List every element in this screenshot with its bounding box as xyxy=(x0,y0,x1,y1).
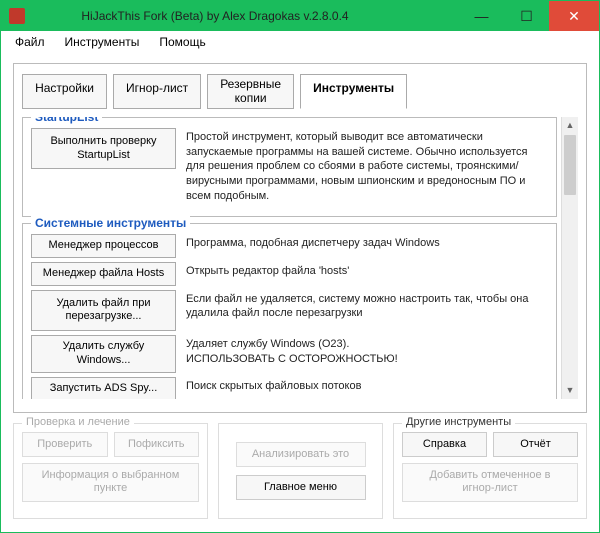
main-panel: Настройки Игнор-лист Резервные копии Инс… xyxy=(13,63,587,413)
fix-button[interactable]: Пофиксить xyxy=(114,432,200,457)
report-button[interactable]: Отчёт xyxy=(493,432,578,457)
scroll-thumb[interactable] xyxy=(564,135,576,195)
system-tools-group: Системные инструменты Менеджер процессов… xyxy=(22,223,557,399)
main-menu-button[interactable]: Главное меню xyxy=(236,475,366,500)
analyze-button[interactable]: Анализировать это xyxy=(236,442,366,467)
scroll-area: StartupList Выполнить проверку StartupLi… xyxy=(22,117,578,399)
window-title: HiJackThis Fork (Beta) by Alex Dragokas … xyxy=(0,9,459,23)
scroll-content: StartupList Выполнить проверку StartupLi… xyxy=(22,117,557,399)
system-tools-title: Системные инструменты xyxy=(31,216,190,230)
help-button[interactable]: Справка xyxy=(402,432,487,457)
other-tools-title: Другие инструменты xyxy=(402,416,515,428)
other-tools-group: Другие инструменты Справка Отчёт Добавит… xyxy=(393,423,587,519)
bottom-panel: Проверка и лечение Проверить Пофиксить И… xyxy=(13,423,587,519)
startuplist-title: StartupList xyxy=(31,117,102,124)
add-to-ignore-button[interactable]: Добавить отмеченное в игнор-лист xyxy=(402,463,578,501)
delete-on-reboot-desc: Если файл не удаляется, систему можно на… xyxy=(186,290,548,322)
menubar: Файл Инструменты Помощь xyxy=(1,31,599,53)
content-area: Настройки Игнор-лист Резервные копии Инс… xyxy=(1,53,599,532)
tab-backup[interactable]: Резервные копии xyxy=(207,74,294,109)
ads-spy-desc: Поиск скрытых файловых потоков xyxy=(186,377,361,394)
app-window: HiJackThis Fork (Beta) by Alex Dragokas … xyxy=(0,0,600,533)
startuplist-group: StartupList Выполнить проверку StartupLi… xyxy=(22,117,557,217)
scroll-up-arrow[interactable]: ▲ xyxy=(562,117,578,134)
tab-row: Настройки Игнор-лист Резервные копии Инс… xyxy=(22,74,578,109)
window-controls: — ☐ ✕ xyxy=(459,1,599,31)
delete-service-button[interactable]: Удалить службу Windows... xyxy=(31,335,176,373)
menu-file[interactable]: Файл xyxy=(5,33,55,51)
menu-help[interactable]: Помощь xyxy=(149,33,215,51)
process-manager-button[interactable]: Менеджер процессов xyxy=(31,234,176,258)
ads-spy-button[interactable]: Запустить ADS Spy... xyxy=(31,377,176,399)
startuplist-desc: Простой инструмент, который выводит все … xyxy=(186,128,548,204)
check-button[interactable]: Проверить xyxy=(22,432,108,457)
hosts-manager-button[interactable]: Менеджер файла Hosts xyxy=(31,262,176,286)
minimize-button[interactable]: — xyxy=(459,1,504,31)
vertical-scrollbar[interactable]: ▲ ▼ xyxy=(561,117,578,399)
delete-service-desc: Удаляет службу Windows (O23). ИСПОЛЬЗОВА… xyxy=(186,335,398,367)
tab-settings[interactable]: Настройки xyxy=(22,74,107,109)
scan-fix-title: Проверка и лечение xyxy=(22,416,134,428)
info-selected-button[interactable]: Информация о выбранном пункте xyxy=(22,463,199,501)
center-group: Анализировать это Главное меню xyxy=(218,423,383,519)
tab-ignore-list[interactable]: Игнор-лист xyxy=(113,74,201,109)
hosts-manager-desc: Открыть редактор файла 'hosts' xyxy=(186,262,349,279)
scroll-down-arrow[interactable]: ▼ xyxy=(562,382,578,399)
menu-tools[interactable]: Инструменты xyxy=(55,33,150,51)
scan-fix-group: Проверка и лечение Проверить Пофиксить И… xyxy=(13,423,208,519)
run-startuplist-button[interactable]: Выполнить проверку StartupList xyxy=(31,128,176,170)
process-manager-desc: Программа, подобная диспетчеру задач Win… xyxy=(186,234,440,251)
maximize-button[interactable]: ☐ xyxy=(504,1,549,31)
tab-instruments[interactable]: Инструменты xyxy=(300,74,407,109)
close-button[interactable]: ✕ xyxy=(549,1,599,31)
titlebar[interactable]: HiJackThis Fork (Beta) by Alex Dragokas … xyxy=(1,1,599,31)
delete-on-reboot-button[interactable]: Удалить файл при перезагрузке... xyxy=(31,290,176,332)
